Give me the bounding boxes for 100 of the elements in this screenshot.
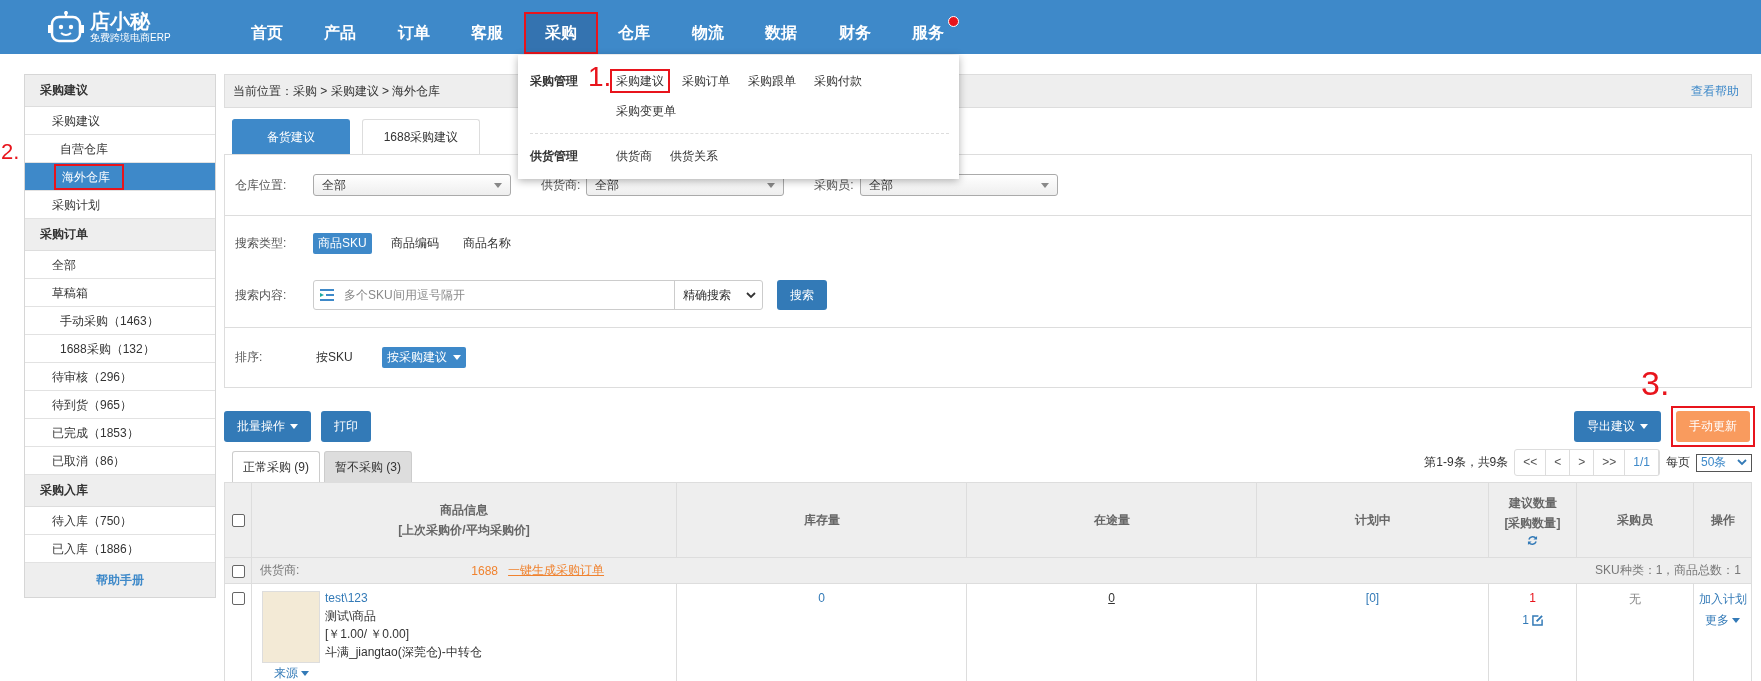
nav-item[interactable]: 数据 bbox=[744, 12, 818, 54]
per-page-label: 每页 bbox=[1666, 454, 1690, 471]
column-subheader: [上次采购价/平均采购价] bbox=[398, 521, 530, 539]
menu-item[interactable]: 供货关系 bbox=[664, 144, 724, 168]
chevron-down-icon bbox=[746, 291, 756, 299]
nav-item[interactable]: 订单 bbox=[377, 12, 451, 54]
tab[interactable]: 暂不采购 (3) bbox=[324, 451, 412, 482]
nav-item[interactable]: 首页 bbox=[230, 12, 304, 54]
suggested-quantity: 1 bbox=[1529, 591, 1536, 605]
nav-item[interactable]: 客服 bbox=[450, 12, 524, 54]
menu-item[interactable]: 供货商 bbox=[610, 144, 658, 168]
pagination-button[interactable]: >> bbox=[1594, 450, 1626, 475]
filter-label: 仓库位置: bbox=[235, 176, 288, 194]
filter-label: 采购员: bbox=[814, 176, 854, 194]
row-action-link[interactable]: 更多 bbox=[1705, 612, 1740, 629]
checkbox[interactable] bbox=[231, 514, 245, 528]
select-value: 精确搜索 bbox=[683, 286, 731, 304]
buyer-name: 无 bbox=[1629, 592, 1641, 606]
tab[interactable]: 备货建议 bbox=[232, 119, 350, 154]
nav-item[interactable]: 产品 bbox=[303, 12, 377, 54]
sort-option[interactable]: 按SKU bbox=[311, 347, 358, 368]
sidebar-item[interactable]: 全部 bbox=[25, 251, 215, 279]
caret-icon bbox=[1640, 423, 1648, 429]
menu-item[interactable]: 采购跟单 bbox=[742, 69, 802, 93]
per-page-select[interactable]: 50条 bbox=[1696, 453, 1752, 472]
refresh-icon bbox=[1527, 534, 1538, 546]
menu-item[interactable]: 采购付款 bbox=[808, 69, 868, 93]
search-mode-select[interactable]: 精确搜索 bbox=[674, 281, 762, 309]
column-header: 计划中 bbox=[1354, 511, 1391, 529]
column-subheader: [采购数量] bbox=[1504, 514, 1561, 532]
caret-icon bbox=[290, 423, 298, 429]
nav-item[interactable]: 采购 bbox=[524, 12, 598, 54]
sidebar-item-label: 草稿箱 bbox=[51, 284, 89, 302]
purchase-quantity: 1 bbox=[1522, 613, 1529, 627]
pagination-summary: 第1-9条，共9条 bbox=[1424, 454, 1509, 471]
sidebar-item-label: 1688采购（132） bbox=[59, 340, 156, 358]
sidebar-item-label: 待到货（965） bbox=[51, 396, 134, 414]
menu-item[interactable]: 采购变更单 bbox=[610, 99, 682, 123]
column-header: 在途量 bbox=[1093, 511, 1130, 529]
sku-link[interactable]: test\123 bbox=[325, 591, 482, 606]
search-field[interactable]: 多个SKU间用逗号隔开 精确搜索 bbox=[313, 280, 763, 310]
caret-icon bbox=[452, 355, 461, 360]
breadcrumb-text: 当前位置：采购 > 采购建议 > 海外仓库 bbox=[233, 82, 441, 100]
nav-item[interactable]: 仓库 bbox=[597, 12, 671, 54]
menu-item[interactable]: 采购订单 bbox=[676, 69, 736, 93]
select-value: 全部 bbox=[868, 176, 893, 194]
action-button[interactable]: 打印 bbox=[321, 410, 371, 442]
list-icon bbox=[320, 289, 334, 301]
row-action-link[interactable]: 加入计划 bbox=[1698, 591, 1747, 608]
select-value: 全部 bbox=[322, 176, 346, 194]
action-button[interactable]: 批量操作 bbox=[224, 410, 311, 442]
stock-quantity: 0 bbox=[818, 591, 825, 605]
edit-icon bbox=[1531, 614, 1543, 626]
sidebar-item[interactable]: 待审核（296） bbox=[25, 363, 215, 391]
search-type-option[interactable]: 商品编码 bbox=[385, 233, 444, 254]
sidebar-item[interactable]: 待到货（965） bbox=[25, 391, 215, 419]
search-type-option[interactable]: 商品SKU bbox=[313, 233, 372, 254]
nav-item[interactable]: 服务 bbox=[891, 12, 965, 54]
pagination-button[interactable]: < bbox=[1546, 450, 1571, 475]
sidebar-item-label: 已完成（1853） bbox=[51, 424, 140, 442]
sidebar-item[interactable]: 已完成（1853） bbox=[25, 419, 215, 447]
triangle-icon bbox=[494, 182, 502, 188]
sort-option[interactable]: 按采购建议 bbox=[381, 347, 466, 368]
column-header: 商品信息 bbox=[440, 501, 488, 519]
sidebar-item[interactable]: 草稿箱 bbox=[25, 279, 215, 307]
source-link[interactable]: 来源 bbox=[273, 665, 309, 681]
select-value: 50条 bbox=[1701, 454, 1727, 471]
sidebar-item-label: 海外仓库 bbox=[54, 163, 124, 190]
search-button[interactable]: 搜索 bbox=[777, 280, 827, 310]
checkbox[interactable] bbox=[231, 592, 245, 606]
planned-quantity: [0] bbox=[1365, 591, 1380, 605]
sidebar-item-label: 待审核（296） bbox=[51, 368, 134, 386]
sidebar-item-label: 采购计划 bbox=[51, 196, 101, 214]
pagination-button[interactable]: << bbox=[1515, 450, 1547, 475]
product-name: 测试\商品 bbox=[325, 609, 378, 624]
menu-item[interactable]: 采购建议 bbox=[610, 69, 670, 93]
logo-text: 店小秘 bbox=[90, 10, 152, 32]
step-number: 3. bbox=[1641, 365, 1670, 400]
sidebar-item[interactable]: 海外仓库 bbox=[25, 163, 215, 191]
pagination-button[interactable]: > bbox=[1570, 450, 1595, 475]
in-transit-link[interactable]: 0 bbox=[1108, 591, 1115, 605]
tab[interactable]: 1688采购建议 bbox=[362, 119, 480, 154]
sidebar-item[interactable]: 采购建议 bbox=[25, 107, 215, 135]
menu-group-title: 供货管理 bbox=[530, 148, 579, 165]
nav-item[interactable]: 物流 bbox=[671, 12, 745, 54]
search-input[interactable]: 多个SKU间用逗号隔开 bbox=[342, 287, 674, 303]
tab[interactable]: 正常采购 (9) bbox=[232, 451, 320, 482]
warehouse-text: 斗满_jiangtao(深莞仓)-中转仓 bbox=[325, 645, 482, 660]
robot-logo-icon bbox=[48, 11, 84, 43]
sidebar-item[interactable]: 手动采购（1463） bbox=[25, 307, 215, 335]
nav-item[interactable]: 财务 bbox=[818, 12, 892, 54]
column-header: 操作 bbox=[1710, 511, 1735, 529]
sidebar-item[interactable]: 1688采购（132） bbox=[25, 335, 215, 363]
sku-summary: SKU种类：1，商品总数：1 bbox=[1594, 562, 1741, 579]
search-type-option[interactable]: 商品名称 bbox=[457, 233, 516, 254]
dropdown-select[interactable]: 全部 bbox=[313, 174, 511, 196]
triangle-icon bbox=[767, 182, 776, 188]
checkbox[interactable] bbox=[231, 564, 245, 578]
action-button[interactable]: 导出建议 bbox=[1574, 410, 1661, 442]
sidebar-item[interactable]: 待入库（750） bbox=[25, 507, 215, 535]
